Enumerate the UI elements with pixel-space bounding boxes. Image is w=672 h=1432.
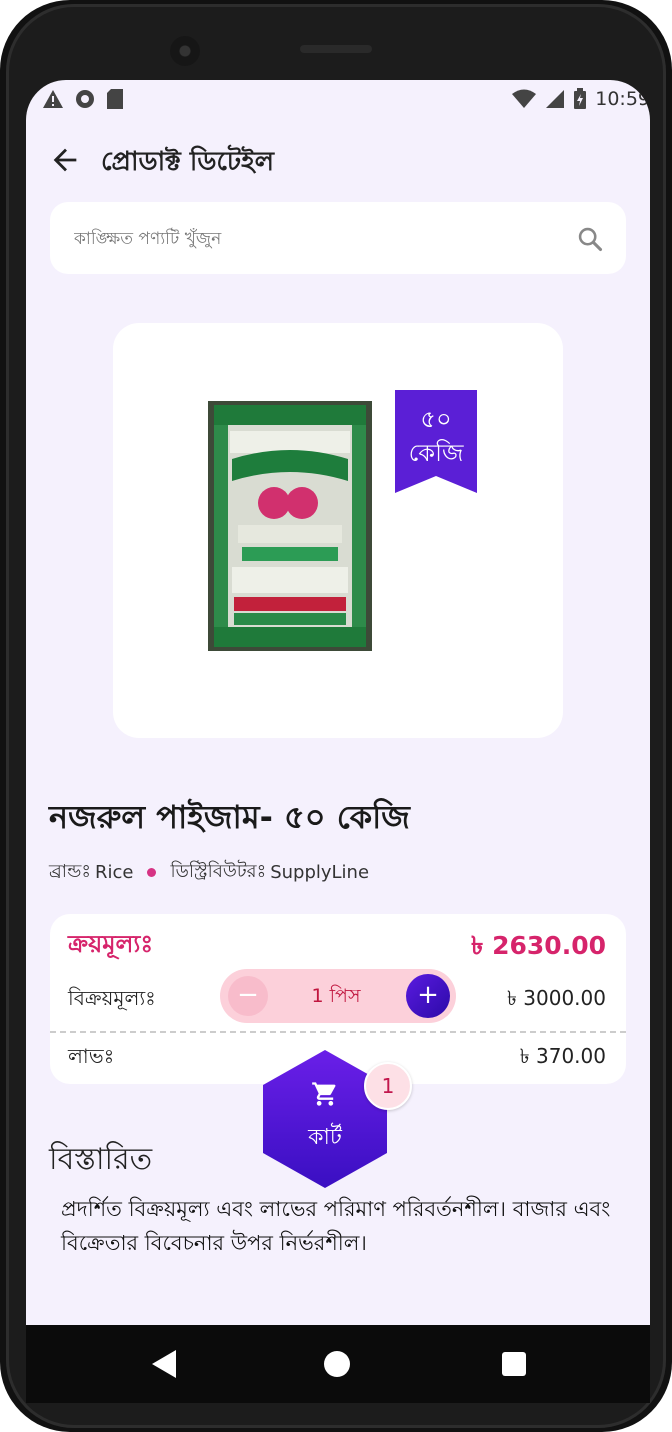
details-title: বিস্তারিত <box>49 1142 153 1177</box>
earpiece-speaker <box>300 45 372 53</box>
decrease-quantity-button[interactable]: − <box>228 976 268 1016</box>
status-icons-right: 10:59 <box>511 88 650 110</box>
details-text: প্রদর্শিত বিক্রয়মূল্য এবং লাভের পরিমাণ … <box>61 1197 611 1255</box>
cart-label: কার্ট <box>308 1125 342 1150</box>
brand-value: Rice <box>95 862 134 883</box>
product-name: নজরুল পাইজাম- ৫০ কেজি <box>49 798 410 836</box>
quantity-stepper: − 1 পিস + <box>220 969 456 1023</box>
app-bar: প্রোডাক্ট ডিটেইল <box>26 135 650 185</box>
wifi-icon <box>512 89 537 108</box>
shopping-cart-icon <box>312 1082 336 1106</box>
signal-icon <box>546 90 565 108</box>
sd-card-icon <box>107 89 123 109</box>
nav-recents-icon[interactable] <box>502 1352 526 1376</box>
buy-price-value: ৳ 2630.00 <box>470 931 606 960</box>
weight-tag-unit: কেজি <box>408 439 464 467</box>
profit-label: লাভঃ <box>68 1044 115 1068</box>
system-nav-bar <box>26 1325 650 1403</box>
dashed-divider <box>50 1031 626 1033</box>
brand-label: ব্রান্ডঃ <box>49 861 91 882</box>
separator-dot <box>147 868 157 877</box>
distributor-label: ডিস্ট্রিবিউটরঃ <box>170 861 267 882</box>
profit-value: ৳ 370.00 <box>519 1044 606 1068</box>
rice-bag-image <box>208 401 372 651</box>
increase-quantity-button[interactable]: + <box>406 974 450 1018</box>
quantity-value: 1 পিস <box>311 985 361 1007</box>
sell-price-value: ৳ 3000.00 <box>506 986 606 1010</box>
buy-price-label: ক্রয়মূল্যঃ <box>68 930 154 958</box>
distributor-value: SupplyLine <box>270 862 370 883</box>
battery-icon <box>574 88 587 109</box>
nav-home-icon[interactable] <box>324 1351 350 1377</box>
status-bar: 10:59 <box>26 80 650 120</box>
status-icons-left <box>42 88 124 110</box>
front-camera <box>170 36 200 66</box>
page-title: প্রোডাক্ট ডিটেইল <box>101 147 274 177</box>
search-input[interactable] <box>72 220 556 258</box>
product-meta: ব্রান্ডঃ Rice ডিস্ট্রিবিউটরঃ SupplyLine <box>49 857 369 888</box>
back-arrow-icon[interactable] <box>48 143 82 177</box>
data-saver-icon <box>76 90 94 108</box>
app-screen: 10:59 প্রোডাক্ট ডিটেইল কাঙ্ক্ষিত পণ্যটি … <box>26 80 650 1380</box>
weight-tag: ৫০ কেজি <box>395 402 477 470</box>
nav-back-icon[interactable] <box>150 1349 178 1379</box>
product-image-card: ৫০ কেজি <box>113 323 563 738</box>
weight-tag-number: ৫০ <box>420 405 452 433</box>
sell-price-label: বিক্রয়মূল্যঃ <box>68 986 156 1010</box>
warning-icon <box>43 90 63 108</box>
status-time: 10:59 <box>595 88 650 110</box>
search-bar <box>50 202 626 274</box>
search-icon[interactable] <box>576 225 604 253</box>
cart-count-badge: 1 <box>364 1062 412 1110</box>
